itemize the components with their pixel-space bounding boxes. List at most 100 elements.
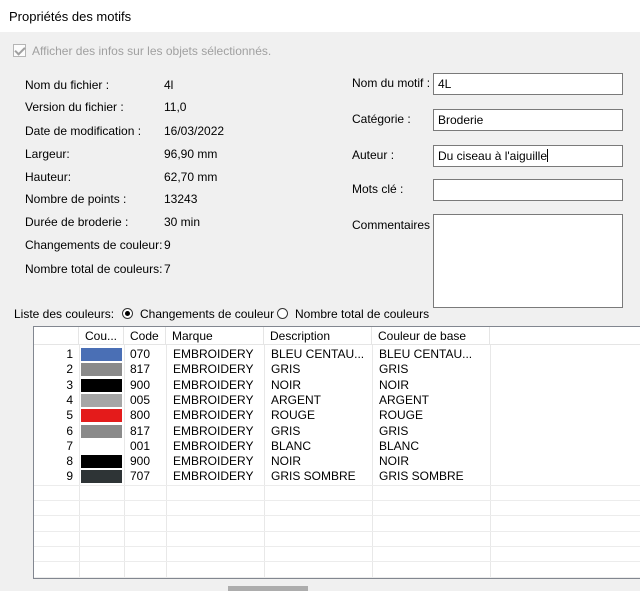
header-index (34, 327, 79, 345)
info-label: Changements de couleur: (25, 238, 163, 252)
info-label: Nombre de points : (25, 192, 127, 206)
color-swatch (81, 378, 122, 392)
color-brand: EMBROIDERY (173, 392, 254, 407)
header-marque[interactable]: Marque (166, 327, 264, 345)
nom-input[interactable]: 4L (433, 73, 623, 95)
auteur-label: Auteur : (352, 148, 395, 162)
color-row[interactable]: 8 900 EMBROIDERY NOIR NOIR (34, 454, 640, 469)
row-number: 8 (66, 454, 73, 469)
color-brand: EMBROIDERY (173, 362, 254, 377)
color-base: NOIR (379, 454, 409, 469)
color-description: GRIS (271, 362, 301, 377)
header-filler (490, 327, 640, 345)
color-row[interactable]: 3 900 EMBROIDERY NOIR NOIR (34, 378, 640, 393)
color-code: 707 (130, 469, 151, 484)
info-label: Nombre total de couleurs: (25, 262, 163, 276)
footer-button-edge[interactable] (228, 586, 308, 591)
color-code: 900 (130, 377, 151, 392)
color-swatch (81, 409, 122, 423)
color-brand: EMBROIDERY (173, 423, 254, 438)
color-description: GRIS SOMBRE (271, 469, 356, 484)
color-code: 900 (130, 454, 151, 469)
color-row[interactable]: 9 707 EMBROIDERY GRIS SOMBRE GRIS SOMBRE (34, 469, 640, 484)
color-swatch (81, 393, 122, 407)
grid-line (34, 577, 640, 578)
color-brand: EMBROIDERY (173, 438, 254, 453)
color-description: BLEU CENTAU... (271, 347, 365, 361)
color-row[interactable]: 2 817 EMBROIDERY GRIS GRIS (34, 362, 640, 377)
nom-label: Nom du motif : (352, 76, 431, 90)
color-brand: EMBROIDERY (173, 469, 254, 484)
mots-input[interactable] (433, 179, 623, 201)
total-radio-label[interactable]: Nombre total de couleurs (295, 307, 429, 321)
color-row[interactable]: 7 001 EMBROIDERY BLANC BLANC (34, 439, 640, 454)
color-base: BLEU CENTAU... (379, 347, 473, 361)
row-number: 9 (66, 469, 73, 484)
color-description: NOIR (271, 377, 301, 392)
commentaires-label: Commentaires : (352, 218, 437, 232)
color-swatch (81, 439, 122, 453)
color-row[interactable]: 1 070 EMBROIDERY BLEU CENTAU... BLEU CENTAU.… (34, 347, 640, 362)
title-bar: Propriétés des motifs (0, 0, 640, 32)
color-code: 001 (130, 438, 151, 453)
info-label: Version du fichier : (25, 100, 124, 114)
footer-button-edge[interactable] (344, 586, 424, 591)
info-value: 16/03/2022 (164, 124, 225, 138)
color-list-table[interactable]: Cou... Code Marque Description Couleur d… (33, 326, 640, 579)
row-number: 5 (66, 408, 73, 423)
color-code: 070 (130, 347, 151, 361)
grid-line (34, 515, 640, 516)
color-row[interactable]: 6 817 EMBROIDERY GRIS GRIS (34, 424, 640, 439)
total-radio[interactable] (277, 308, 288, 319)
color-base: ARGENT (379, 392, 430, 407)
color-brand: EMBROIDERY (173, 408, 254, 423)
commentaires-textarea[interactable] (433, 214, 623, 308)
color-base: ROUGE (379, 408, 424, 423)
color-description: ROUGE (271, 408, 316, 423)
changes-radio[interactable] (122, 308, 133, 319)
color-base: GRIS (379, 362, 409, 377)
color-list-label: Liste des couleurs: (14, 307, 115, 321)
info-label: Date de modification : (25, 124, 142, 138)
info-value: 7 (164, 262, 171, 276)
info-value: 96,90 mm (164, 147, 218, 161)
categorie-input[interactable]: Broderie (433, 109, 623, 131)
color-brand: EMBROIDERY (173, 454, 254, 469)
info-value: 30 min (164, 215, 201, 229)
color-row[interactable]: 5 800 EMBROIDERY ROUGE ROUGE (34, 408, 640, 423)
changes-radio-label[interactable]: Changements de couleur (140, 307, 274, 321)
header-color[interactable]: Cou... (79, 327, 124, 345)
row-number: 1 (66, 347, 73, 361)
row-number: 4 (66, 392, 73, 407)
show-info-checkbox[interactable] (13, 44, 26, 57)
color-swatch (81, 348, 122, 361)
grid-line (34, 500, 640, 501)
header-description[interactable]: Description (264, 327, 372, 345)
info-value: 13243 (164, 192, 198, 206)
color-description: ARGENT (271, 392, 322, 407)
row-number: 6 (66, 423, 73, 438)
color-swatch (81, 424, 122, 438)
header-base[interactable]: Couleur de base (372, 327, 490, 345)
color-brand: EMBROIDERY (173, 347, 254, 361)
info-label: Nom du fichier : (25, 78, 110, 92)
grid-line (34, 546, 640, 547)
color-swatch (81, 363, 122, 377)
header-code[interactable]: Code (124, 327, 166, 345)
color-swatch (81, 455, 122, 469)
mots-label: Mots clé : (352, 182, 404, 196)
info-value: 4l (164, 78, 174, 92)
info-label: Largeur: (25, 147, 70, 161)
categorie-label: Catégorie : (352, 112, 411, 126)
color-description: BLANC (271, 438, 312, 453)
auteur-input[interactable]: Du ciseau à l'aiguille (433, 145, 623, 167)
color-base: GRIS (379, 423, 409, 438)
color-description: NOIR (271, 454, 301, 469)
info-value: 11,0 (164, 100, 187, 114)
color-code: 817 (130, 423, 151, 438)
row-number: 2 (66, 362, 73, 377)
color-base: BLANC (379, 438, 420, 453)
color-description: GRIS (271, 423, 301, 438)
color-row[interactable]: 4 005 EMBROIDERY ARGENT ARGENT (34, 393, 640, 408)
row-number: 3 (66, 377, 73, 392)
